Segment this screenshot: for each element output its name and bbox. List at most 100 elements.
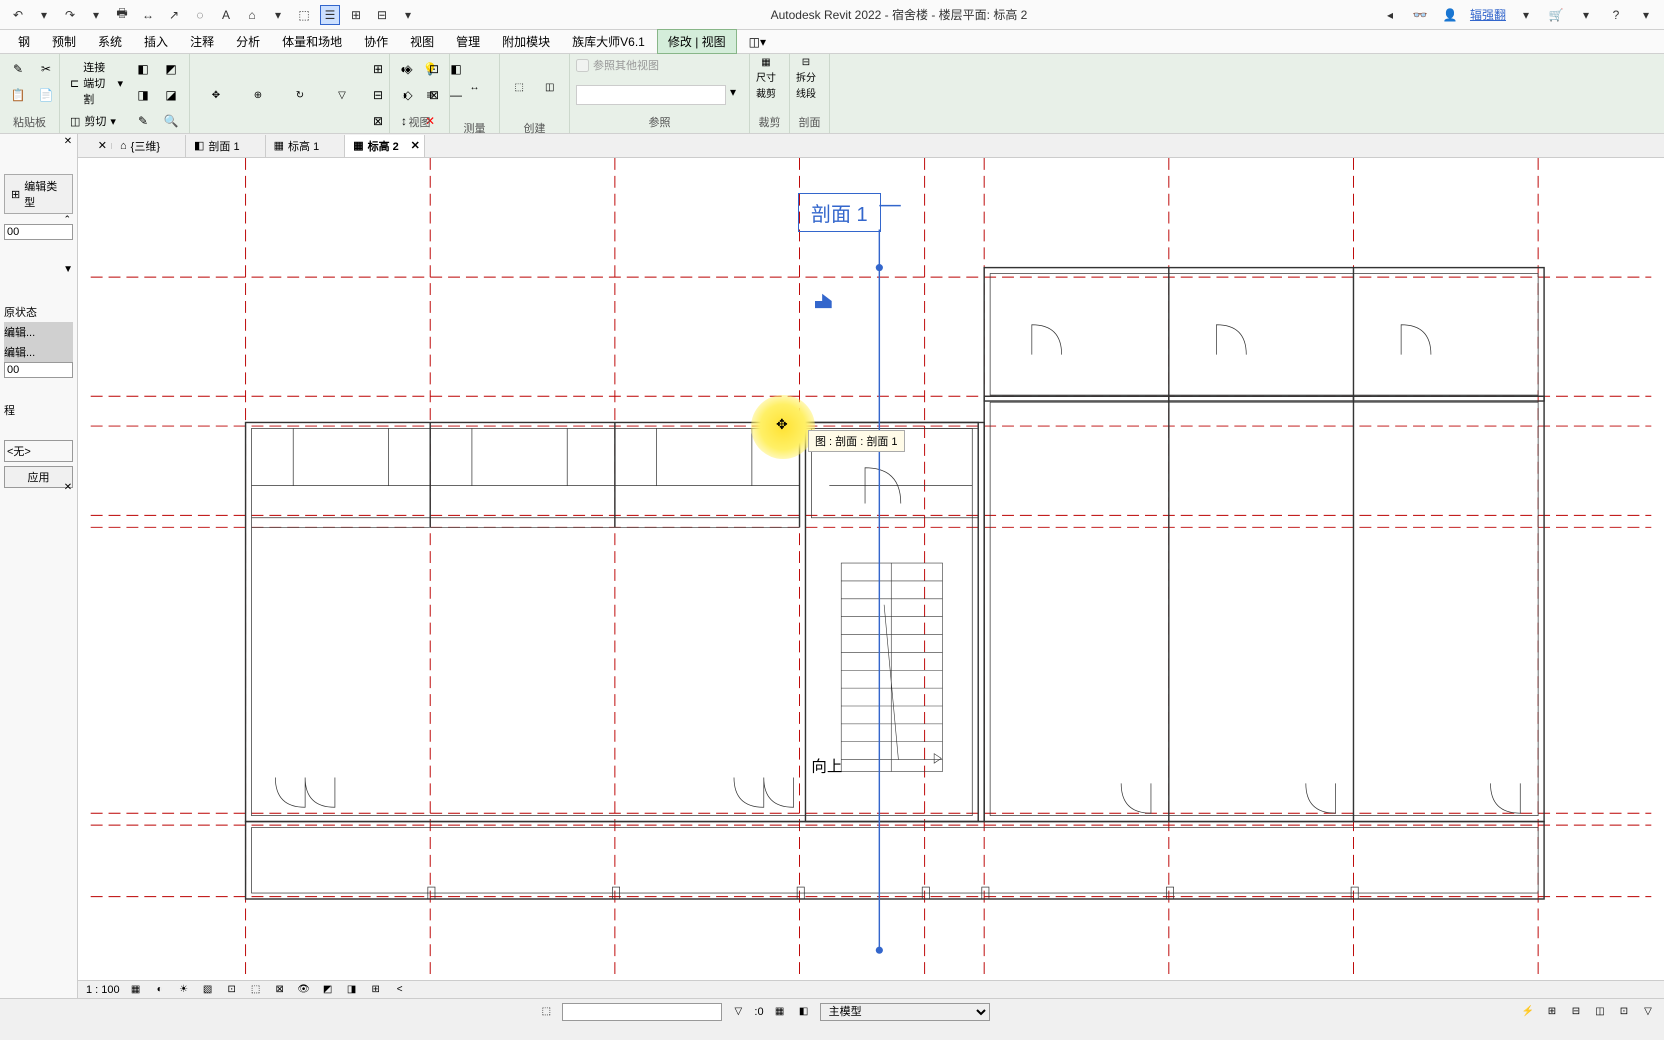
menu-annotate[interactable]: 注释 bbox=[180, 30, 224, 53]
menu-manage[interactable]: 管理 bbox=[446, 30, 490, 53]
clipboard-icon-1[interactable]: ✂ bbox=[34, 57, 58, 81]
cut-button[interactable]: ◫ 剪切 ▾ bbox=[66, 111, 127, 131]
geom-icon-3[interactable]: ✎ bbox=[131, 109, 155, 133]
filter-icon[interactable]: ▽ bbox=[730, 1005, 746, 1019]
status-icon-1[interactable]: ⚡ bbox=[1520, 1005, 1536, 1019]
prop-input-2[interactable] bbox=[4, 362, 73, 378]
menu-massing[interactable]: 体量和场地 bbox=[272, 30, 352, 53]
menu-extra[interactable]: ◫▾ bbox=[739, 32, 776, 52]
temp-hide-icon[interactable]: ◩ bbox=[320, 983, 336, 997]
edit-only-icon[interactable]: ◧ bbox=[796, 1005, 812, 1019]
qat-dropdown-icon[interactable]: ▾ bbox=[398, 5, 418, 25]
nav-left-icon[interactable]: ◂ bbox=[1380, 5, 1400, 25]
menu-view[interactable]: 视图 bbox=[400, 30, 444, 53]
modify-icon-5[interactable]: ⊟ bbox=[366, 83, 390, 107]
close-icon[interactable]: ✕ bbox=[61, 136, 75, 150]
clipboard-icon-2[interactable]: 📄 bbox=[34, 83, 58, 107]
drawing-canvas[interactable]: 向上 bbox=[78, 158, 1664, 980]
edit-type-button[interactable]: ⊞ 编辑类型 bbox=[4, 174, 73, 214]
default-3d-icon[interactable]: ⌂ bbox=[242, 5, 262, 25]
view-icon-2[interactable]: ⊡ bbox=[422, 57, 446, 81]
measure-button[interactable]: ↔ bbox=[456, 57, 493, 117]
section-line[interactable] bbox=[815, 206, 901, 954]
close-hidden-icon[interactable]: ⊞ bbox=[346, 5, 366, 25]
tab-level2[interactable]: ▦ 标高 2 ✕ bbox=[345, 135, 425, 157]
redo-dropdown-icon[interactable]: ▾ bbox=[86, 5, 106, 25]
close-icon[interactable]: ✕ bbox=[411, 139, 420, 152]
menu-modify-view[interactable]: 修改 | 视图 bbox=[657, 29, 737, 54]
prop-row-edit2[interactable]: 编辑... bbox=[4, 342, 73, 362]
geom-icon-6[interactable]: 🔍 bbox=[159, 109, 183, 133]
reference-dropdown[interactable] bbox=[576, 85, 726, 105]
cart-icon[interactable]: 🛒 bbox=[1546, 5, 1566, 25]
geom-icon-4[interactable]: ◩ bbox=[159, 57, 183, 81]
tag-icon[interactable]: ◌ bbox=[190, 5, 210, 25]
mirror-icon[interactable]: ▽ bbox=[322, 65, 362, 125]
status-icon-5[interactable]: ⊡ bbox=[1616, 1005, 1632, 1019]
shadows-icon[interactable]: ▧ bbox=[200, 983, 216, 997]
menu-analyze[interactable]: 分析 bbox=[226, 30, 270, 53]
status-icon-3[interactable]: ⊟ bbox=[1568, 1005, 1584, 1019]
analytical-icon[interactable]: ⊞ bbox=[368, 983, 384, 997]
menu-addins[interactable]: 附加模块 bbox=[492, 30, 560, 53]
geom-icon-2[interactable]: ◨ bbox=[131, 83, 155, 107]
menu-family-master[interactable]: 族库大师V6.1 bbox=[562, 30, 655, 53]
select-icon[interactable]: ⬚ bbox=[538, 1005, 554, 1019]
status-search-input[interactable] bbox=[562, 1003, 722, 1021]
text-icon[interactable]: A bbox=[216, 5, 236, 25]
modify-icon-9[interactable]: ⊠ bbox=[366, 109, 390, 133]
view-icon-1[interactable]: ◈ bbox=[396, 57, 420, 81]
tab-unnamed[interactable]: ✕ bbox=[78, 143, 112, 149]
workset-dropdown[interactable]: 主模型 bbox=[820, 1003, 990, 1021]
crop-view-icon[interactable]: ⬚ bbox=[248, 983, 264, 997]
reference-other-checkbox[interactable]: 参照其他视图 bbox=[576, 57, 743, 73]
menu-steel[interactable]: 钢 bbox=[8, 30, 40, 53]
detail-level-icon[interactable]: ▦ bbox=[128, 983, 144, 997]
size-crop-button[interactable]: ▦ 尺寸 裁剪 bbox=[756, 57, 776, 111]
create-button-1[interactable]: ⬚ bbox=[506, 57, 533, 117]
user-icon[interactable]: 👤 bbox=[1440, 5, 1460, 25]
split-segment-button[interactable]: ⊟ 拆分 线段 bbox=[796, 57, 816, 111]
join-end-button[interactable]: ⊏ 连接端切割 ▾ bbox=[66, 57, 127, 109]
status-icon-6[interactable]: ▽ bbox=[1640, 1005, 1656, 1019]
undo-icon[interactable]: ↶ bbox=[8, 5, 28, 25]
vc-expand-icon[interactable]: < bbox=[392, 983, 408, 997]
geom-icon-5[interactable]: ◪ bbox=[159, 83, 183, 107]
worksets-icon[interactable]: ▦ bbox=[772, 1005, 788, 1019]
modify-icon-1[interactable]: ⊞ bbox=[366, 57, 390, 81]
section-icon[interactable]: ⬚ bbox=[294, 5, 314, 25]
menu-precast[interactable]: 预制 bbox=[42, 30, 86, 53]
print-icon[interactable]: 🖶 bbox=[112, 5, 132, 25]
menu-insert[interactable]: 插入 bbox=[134, 30, 178, 53]
move-icon[interactable]: ✥ bbox=[196, 65, 236, 125]
glasses-icon[interactable]: 👓 bbox=[1410, 5, 1430, 25]
section-marker-label[interactable]: 剖面 1 bbox=[798, 193, 881, 232]
crop-visible-icon[interactable]: ⊠ bbox=[272, 983, 288, 997]
user-dropdown-icon[interactable]: ▾ bbox=[1516, 5, 1536, 25]
create-button-2[interactable]: ◫ bbox=[537, 57, 564, 117]
geom-icon-1[interactable]: ◧ bbox=[131, 57, 155, 81]
measure-icon[interactable]: ↔ bbox=[138, 5, 158, 25]
rendering-icon[interactable]: ⊡ bbox=[224, 983, 240, 997]
sun-path-icon[interactable]: ☀ bbox=[176, 983, 192, 997]
status-icon-4[interactable]: ◫ bbox=[1592, 1005, 1608, 1019]
help-icon[interactable]: ? bbox=[1606, 5, 1626, 25]
rotate-icon[interactable]: ↻ bbox=[280, 65, 320, 125]
unhide-icon[interactable]: 👁 bbox=[296, 983, 312, 997]
help-dropdown-icon[interactable]: ▾ bbox=[1636, 5, 1656, 25]
view-icon-4[interactable]: ⊠ bbox=[422, 83, 446, 107]
prop-input-1[interactable] bbox=[4, 224, 73, 240]
thin-lines-icon[interactable]: ☰ bbox=[320, 5, 340, 25]
modify-icon[interactable]: ✎ bbox=[6, 57, 30, 81]
close-icon[interactable]: ✕ bbox=[98, 139, 107, 152]
tab-3d[interactable]: ⌂ {三维} bbox=[112, 135, 186, 157]
menu-collaborate[interactable]: 协作 bbox=[354, 30, 398, 53]
dimension-icon[interactable]: ↗ bbox=[164, 5, 184, 25]
tab-section1[interactable]: ◧ 剖面 1 bbox=[186, 135, 266, 157]
menu-system[interactable]: 系统 bbox=[88, 30, 132, 53]
prop-row-edit1[interactable]: 编辑... bbox=[4, 322, 73, 342]
switch-icon[interactable]: ⊟ bbox=[372, 5, 392, 25]
scroll-up-icon[interactable]: ⌃ bbox=[63, 214, 71, 225]
reveal-icon[interactable]: ◨ bbox=[344, 983, 360, 997]
default-3d-dropdown-icon[interactable]: ▾ bbox=[268, 5, 288, 25]
